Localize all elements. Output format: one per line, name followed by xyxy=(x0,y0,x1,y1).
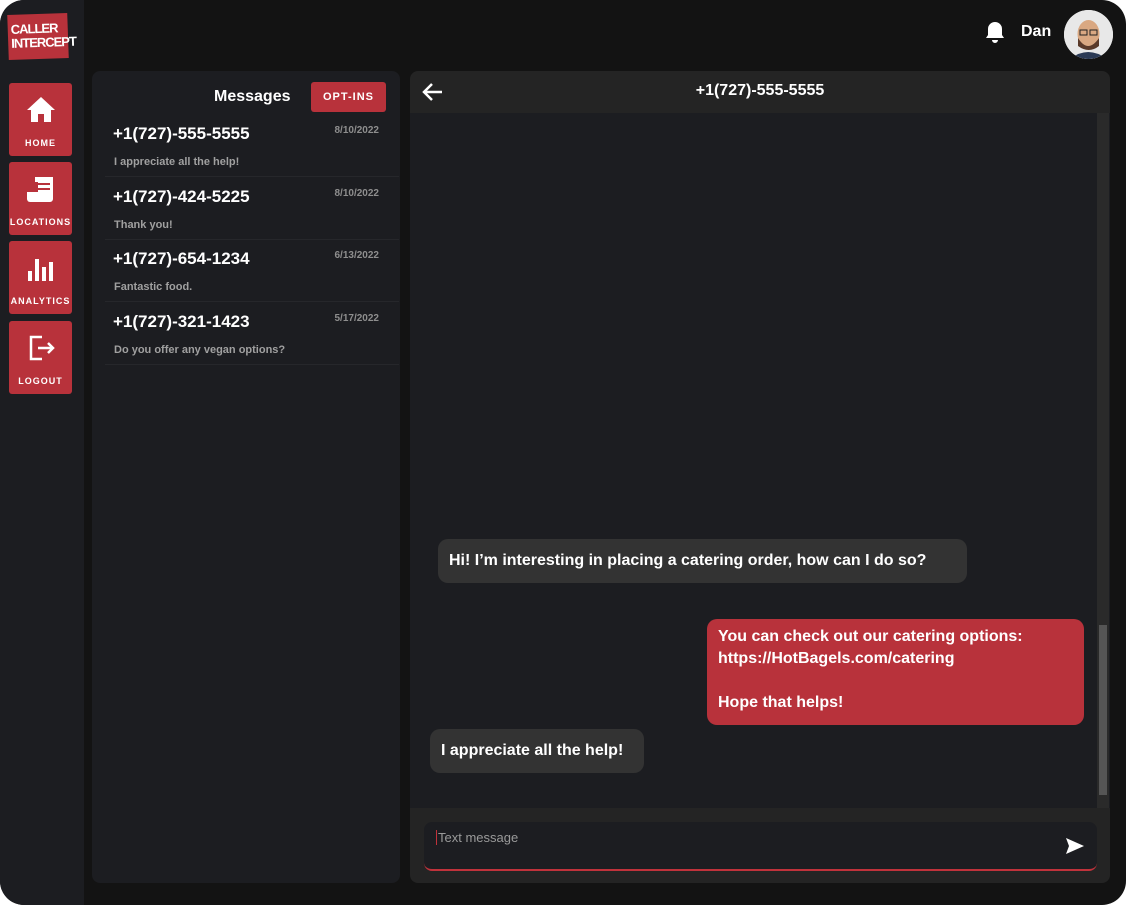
nav-label: ANALYTICS xyxy=(10,296,71,306)
conversation-date: 8/10/2022 xyxy=(334,125,380,136)
message-bubble-incoming: I appreciate all the help! xyxy=(430,729,644,773)
bell-icon[interactable] xyxy=(984,20,1006,44)
conversation-preview: Fantastic food. xyxy=(114,281,193,293)
sidebar: CALLER INTERCEPT HOME LOCATIONS ANALYTICS… xyxy=(0,0,84,905)
chat-header: +1(727)-555-5555 xyxy=(410,71,1110,113)
nav-label: HOME xyxy=(25,138,56,148)
logout-icon xyxy=(29,335,55,361)
opt-ins-button[interactable]: OPT-INS xyxy=(311,82,386,112)
conversation-preview: I appreciate all the help! xyxy=(114,156,240,168)
messages-panel: Messages OPT-INS +1(727)-555-5555 8/10/20… xyxy=(92,71,400,883)
logo[interactable]: CALLER INTERCEPT xyxy=(7,12,76,61)
conversation-item[interactable]: +1(727)-654-1234 6/13/2022 Fantastic food. xyxy=(105,239,399,302)
nav-home[interactable]: HOME xyxy=(9,83,72,156)
home-icon xyxy=(27,97,55,122)
nav-analytics[interactable]: ANALYTICS xyxy=(9,241,72,314)
conversation-phone: +1(727)-555-5555 xyxy=(113,124,250,143)
bar-chart-icon xyxy=(28,259,53,281)
messages-title: Messages xyxy=(214,88,291,105)
avatar[interactable] xyxy=(1064,10,1113,59)
message-input-field[interactable] xyxy=(424,822,1097,871)
conversation-phone: +1(727)-654-1234 xyxy=(113,249,250,268)
receipt-icon xyxy=(27,177,53,202)
conversation-date: 8/10/2022 xyxy=(334,188,380,199)
scrollbar-thumb[interactable] xyxy=(1099,625,1107,795)
message-input[interactable] xyxy=(436,830,1036,845)
conversation-preview: Thank you! xyxy=(114,219,173,231)
chat-panel: +1(727)-555-5555 Hi! I’m interesting in … xyxy=(410,71,1110,883)
send-icon[interactable] xyxy=(1065,837,1085,855)
conversation-date: 5/17/2022 xyxy=(334,313,380,324)
conversation-preview: Do you offer any vegan options? xyxy=(114,344,286,356)
chat-body: Hi! I’m interesting in placing a caterin… xyxy=(410,113,1110,808)
chat-title: +1(727)-555-5555 xyxy=(695,82,825,99)
conversation-item[interactable]: +1(727)-321-1423 5/17/2022 Do you offer an… xyxy=(105,302,399,365)
conversation-date: 6/13/2022 xyxy=(334,250,380,261)
conversation-phone: +1(727)-321-1423 xyxy=(113,312,250,331)
nav-label: LOCATIONS xyxy=(9,217,72,227)
message-bubble-incoming: Hi! I’m interesting in placing a caterin… xyxy=(438,539,967,583)
chat-scrollbar[interactable] xyxy=(1097,113,1109,808)
nav-logout[interactable]: LOGOUT xyxy=(9,321,72,394)
conversation-phone: +1(727)-424-5225 xyxy=(113,187,250,206)
nav-locations[interactable]: LOCATIONS xyxy=(9,162,72,235)
conversation-item[interactable]: +1(727)-555-5555 8/10/2022 I appreciate al… xyxy=(105,114,399,177)
user-name: Dan xyxy=(1021,23,1052,40)
app-window: CALLER INTERCEPT HOME LOCATIONS ANALYTICS… xyxy=(0,0,1126,905)
nav-label: LOGOUT xyxy=(18,376,63,386)
message-bubble-outgoing: You can check out our catering options: … xyxy=(707,619,1084,725)
conversation-item[interactable]: +1(727)-424-5225 8/10/2022 Thank you! xyxy=(105,177,399,240)
